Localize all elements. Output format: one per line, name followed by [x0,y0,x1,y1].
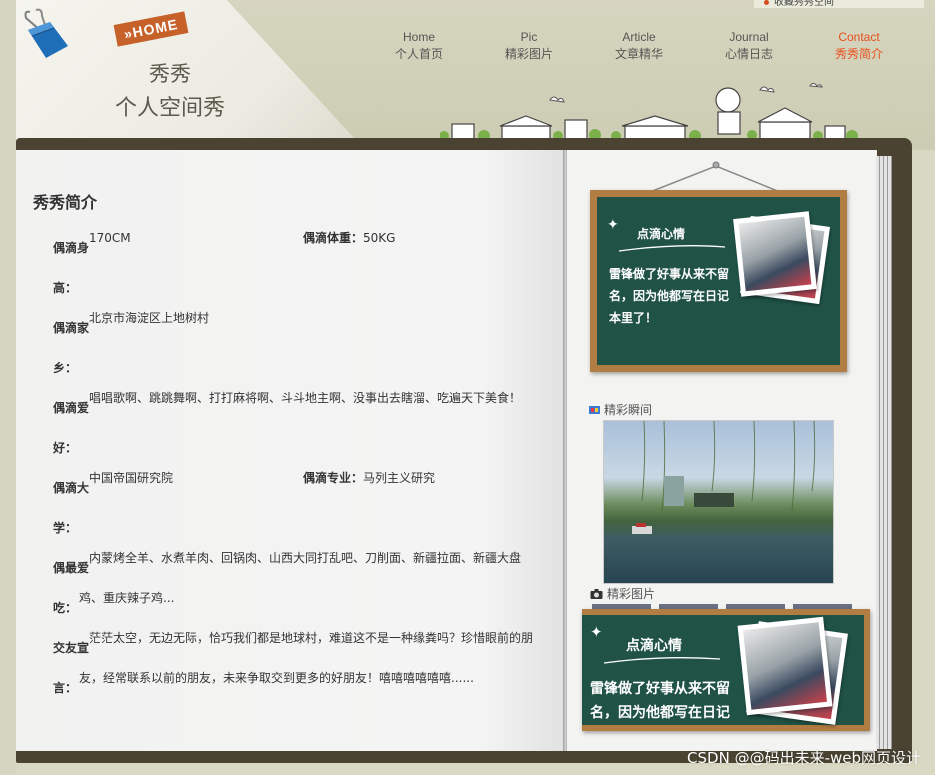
profile-row: 偶滴爱好： 唱唱歌啊、跳跳舞啊、打打麻将啊、斗斗地主啊、没事出去瞎溜、吃遍天下美… [53,388,553,468]
logo-line1: 秀秀 [149,62,191,86]
board-text: 雷锋做了好事从来不留名，因为他都写在日记本里了！ [609,267,730,325]
site-logo[interactable]: 秀秀 个人空间秀 [110,58,230,122]
school-label: 偶滴大学： [53,481,90,535]
friend-value: 茫茫太空，无边无际，恰巧我们都是地球村，难道这不是一种缘粪吗？珍惜眼前的朋 友，… [79,631,534,685]
nav-contact-cn: 秀秀简介 [834,47,883,61]
major-field: 偶滴专业： 马列主义研究 [303,468,553,548]
pictures-heading: 精彩图片 [590,585,655,602]
profile-row: 偶最爱吃： 内蒙烤全羊、水煮羊肉、回锅肉、山西大同打乱吧、刀削面、新疆拉面、新疆… [53,548,553,628]
school-field: 偶滴大学： 中国帝国研究院 [53,468,303,548]
nav-pic[interactable]: Pic 精彩图片 [474,30,584,62]
watermark: CSDN @@码出未来-web网页设计 [687,749,921,767]
hobby-field: 偶滴爱好： 唱唱歌啊、跳跳舞啊、打打麻将啊、斗斗地主啊、没事出去瞎溜、吃遍天下美… [53,388,553,468]
food-field: 偶最爱吃： 内蒙烤全羊、水煮羊肉、回锅肉、山西大同打乱吧、刀削面、新疆拉面、新疆… [53,548,553,628]
nav-article[interactable]: Article 文章精华 [584,30,694,62]
moments-heading: 精彩瞬间 [589,401,652,418]
board-text: 雷锋做了好事从来不留名，因为他都写在日记本里了！ [590,681,730,721]
bookmark-label: 收藏秀秀空间 [774,0,834,8]
board-underline [618,245,726,252]
profile-list: 偶滴身高： 170CM 偶滴体重： 50KG 偶滴家乡： 北京市海淀区上地树村 … [53,228,553,708]
scenic-illustration [632,421,816,534]
camera-icon [590,588,603,599]
page-edges [876,156,892,749]
height-field: 偶滴身高： 170CM [53,228,303,308]
school-value: 中国帝国研究院 [89,471,174,485]
nav-pic-cn: 精彩图片 [504,47,553,61]
profile-row: 偶滴身高： 170CM 偶滴体重： 50KG [53,228,553,308]
page-title: 秀秀简介 [33,193,98,212]
nav-article-cn: 文章精华 [614,47,663,61]
nav-home-en: Home [402,30,435,44]
nav-home-cn: 个人首页 [394,47,443,61]
nav-home[interactable]: Home 个人首页 [364,30,474,62]
page: »HOME 秀秀 个人空间秀 收藏秀秀空间 Home 个人首页 Pic 精彩图片… [0,0,935,775]
major-label: 偶滴专业： [303,471,364,485]
left-margin [0,0,16,775]
profile-row: 偶滴大学： 中国帝国研究院 偶滴专业： 马列主义研究 [53,468,553,548]
nav-contact-en: Contact [838,30,880,44]
weight-value: 50KG [363,231,396,245]
star-icon: ✦ [590,623,603,641]
nav-article-en: Article [622,30,656,44]
hometown-field: 偶滴家乡： 北京市海淀区上地树村 [53,308,553,388]
friend-field: 交友宣言： 茫茫太空，无边无际，恰巧我们都是地球村，难道这不是一种缘粪吗？珍惜眼… [53,628,553,708]
hometown-value: 北京市海淀区上地树村 [89,311,210,325]
height-value: 170CM [89,231,131,245]
board-title: 点滴心情 [626,638,682,654]
nav-journal-en: Journal [729,30,769,44]
logo-line2: 个人空间秀 [114,96,225,121]
binder-clip-icon [24,8,68,58]
hobby-label: 偶滴爱好： [53,401,90,455]
nav-journal-cn: 心情日志 [724,47,773,61]
town-illustration [440,83,858,142]
photo-stack [733,211,833,305]
profile-row: 交友宣言： 茫茫太空，无边无际，恰巧我们都是地球村，难道这不是一种缘粪吗？珍惜眼… [53,628,553,708]
food-value: 内蒙烤全羊、水煮羊肉、回锅肉、山西大同打乱吧、刀削面、新疆拉面、新疆大盘 鸡、重… [79,551,522,605]
scenic-photo[interactable] [603,420,834,584]
main-nav: Home 个人首页 Pic 精彩图片 Article 文章精华 Journal … [364,30,914,62]
profile-row: 偶滴家乡： 北京市海淀区上地树村 [53,308,553,388]
major-value: 马列主义研究 [363,471,436,485]
bookmark-link[interactable]: 收藏秀秀空间 [754,0,924,8]
board-underline [603,657,721,664]
board-title: 点滴心情 [637,227,686,241]
weight-label: 偶滴体重： [303,231,364,245]
nav-contact[interactable]: Contact 秀秀简介 [804,30,914,62]
photo-stack [737,616,852,725]
height-label: 偶滴身高： [53,241,90,295]
mood-chalkboard-duplicate: ✦ 点滴心情 雷锋做了好事从来不留名，因为他都写在日记本里了！ [582,609,870,731]
hobby-value: 唱唱歌啊、跳跳舞啊、打打麻将啊、斗斗地主啊、没事出去瞎溜、吃遍天下美食！ [89,391,522,405]
tv-icon [589,406,600,414]
nav-journal[interactable]: Journal 心情日志 [694,30,804,62]
star-icon: ✦ [607,217,619,233]
hometown-label: 偶滴家乡： [53,321,90,375]
nav-pic-en: Pic [520,30,538,44]
mood-chalkboard: ✦ 点滴心情 雷锋做了好事从来不留名，因为他都写在日记本里了！ [590,190,847,372]
weight-field: 偶滴体重： 50KG [303,228,553,308]
heart-icon [764,0,769,5]
